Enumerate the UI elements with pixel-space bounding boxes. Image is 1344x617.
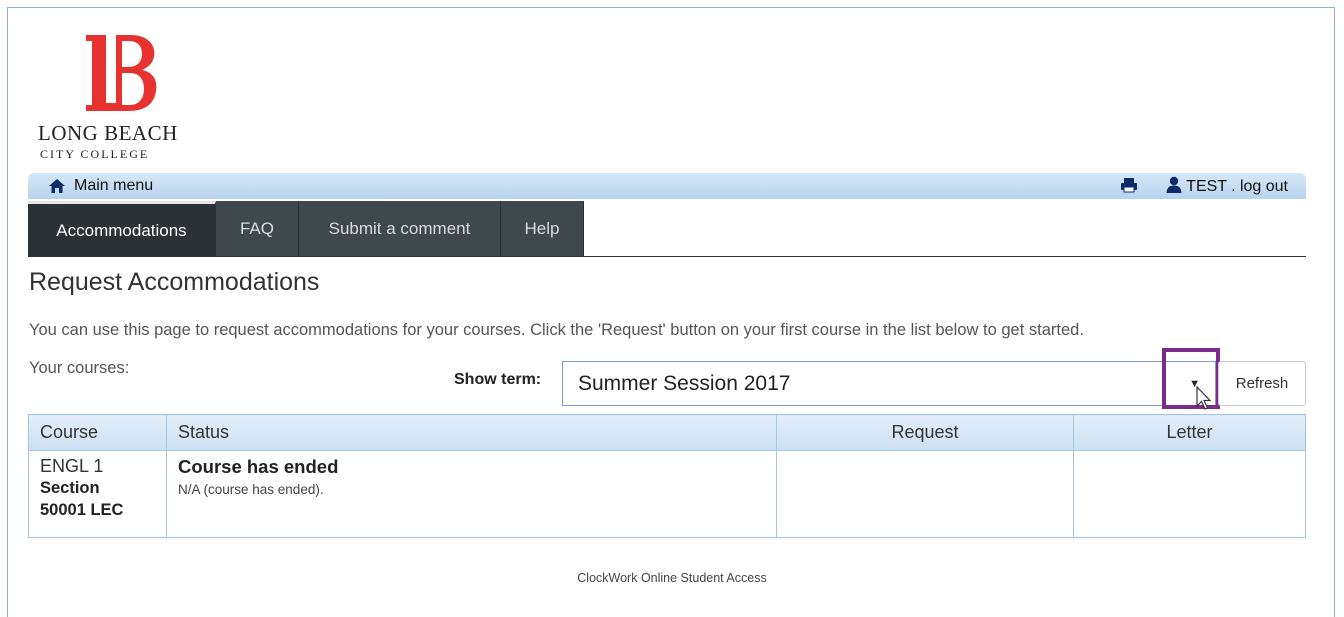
show-term-label: Show term: — [454, 371, 542, 388]
col-letter: Letter — [1073, 414, 1306, 451]
course-section-label: Section — [40, 479, 100, 497]
logout-link[interactable]: . log out — [1231, 178, 1288, 196]
tab-divider — [28, 256, 1306, 257]
mouse-cursor-icon — [1196, 386, 1212, 410]
logo-text-line1: LONG BEACH — [38, 121, 178, 145]
intro-text: You can use this page to request accommo… — [29, 321, 1084, 339]
letter-cell — [1073, 450, 1306, 538]
your-courses-label: Your courses: — [29, 359, 130, 377]
term-select-value: Summer Session 2017 — [578, 372, 791, 395]
user-icon — [1166, 176, 1182, 198]
status-detail: N/A (course has ended). — [178, 482, 324, 497]
main-tabs: Accommodations FAQ Submit a comment Help — [28, 201, 584, 257]
tab-faq[interactable]: FAQ — [216, 201, 299, 257]
college-logo[interactable]: LONG BEACH CITY COLLEGE — [38, 33, 198, 163]
footer-text: ClockWork Online Student Access — [577, 571, 767, 585]
status-cell: Course has ended N/A (course has ended). — [166, 450, 777, 538]
user-name: TEST — [1186, 178, 1228, 195]
request-cell — [776, 450, 1074, 538]
term-select[interactable]: Summer Session 2017 ▼ — [562, 361, 1216, 406]
main-menu-link[interactable]: Main menu — [48, 177, 153, 195]
top-bar: Main menu TEST . log out — [28, 173, 1306, 199]
course-code: ENGL 1 — [40, 456, 104, 476]
print-icon[interactable] — [1120, 177, 1138, 198]
col-status: Status — [166, 414, 777, 451]
table-header-row: Course Status Request Letter — [28, 414, 1306, 451]
course-cell: ENGL 1 Section 50001 LEC — [28, 450, 167, 538]
col-request: Request — [776, 414, 1074, 451]
logo-text-line2: CITY COLLEGE — [40, 147, 150, 161]
tab-accommodations[interactable]: Accommodations — [28, 201, 216, 257]
courses-table: Course Status Request Letter ENGL 1 Sect… — [28, 414, 1306, 538]
col-course: Course — [28, 414, 167, 451]
table-row: ENGL 1 Section 50001 LEC Course has ende… — [28, 450, 1306, 538]
page-title: Request Accommodations — [29, 268, 320, 296]
status-title: Course has ended — [178, 456, 339, 477]
refresh-button[interactable]: Refresh — [1218, 361, 1306, 406]
main-menu-label: Main menu — [74, 177, 154, 194]
home-icon — [49, 179, 65, 193]
course-section-number: 50001 LEC — [40, 501, 124, 519]
tab-help[interactable]: Help — [501, 201, 584, 257]
lb-logo-icon — [86, 35, 157, 111]
tab-submit-comment[interactable]: Submit a comment — [299, 201, 501, 257]
